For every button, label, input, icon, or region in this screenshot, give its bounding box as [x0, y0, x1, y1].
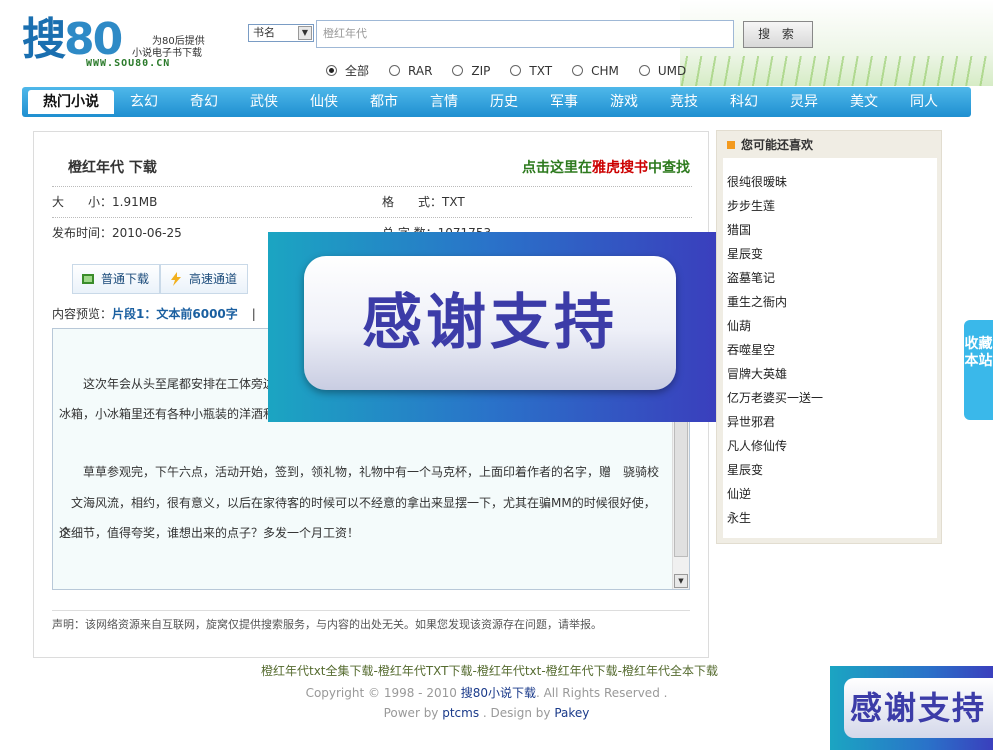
preview-line: 草草参观完，下午六点，活动开始，签到，领礼物，礼物中有一个马克杯，上面印着作者的… [59, 465, 660, 479]
date-value: 2010-06-25 [112, 226, 182, 240]
format-radio-all[interactable]: 全部 [326, 62, 369, 79]
recommend-item[interactable]: 步步生莲 [727, 194, 937, 218]
thanks-popup-banner[interactable]: 感谢支持 [268, 232, 716, 422]
bullet-icon [727, 141, 735, 149]
chevron-down-icon: ▼ [298, 26, 312, 40]
format-radio-umd[interactable]: UMD [638, 62, 686, 79]
format-radio-group: 全部 RAR ZIP TXT CHM UMD [326, 62, 706, 79]
nav-item-lingyi[interactable]: 灵异 [774, 90, 834, 114]
nav-item-junshi[interactable]: 军事 [534, 90, 594, 114]
recommend-item[interactable]: 仙逆 [727, 482, 937, 506]
nav-item-dushi[interactable]: 都市 [354, 90, 414, 114]
recommend-item[interactable]: 凡人修仙传 [727, 434, 937, 458]
site-logo[interactable]: 搜80 WWW.SOU80.CN 为80后提供 小说电子书下载 [22, 14, 212, 72]
recommend-item[interactable]: 重生之衙内 [727, 290, 937, 314]
format-radio-txt[interactable]: TXT [510, 62, 552, 79]
radio-icon [389, 65, 401, 76]
format-value: TXT [442, 195, 465, 209]
logo-url: WWW.SOU80.CN [86, 58, 171, 69]
recommend-item[interactable]: 冒牌大英雄 [727, 362, 937, 386]
recommend-sidebar: 您可能还喜欢 很纯很暧昧 步步生莲 猎国 星辰变 盗墓笔记 重生之衙内 仙葫 吞… [716, 130, 942, 544]
logo-tagline-2: 小说电子书下载 [132, 48, 202, 59]
format-radio-rar[interactable]: RAR [389, 62, 432, 79]
radio-icon [452, 65, 464, 76]
recommend-item[interactable]: 星辰变 [727, 242, 937, 266]
nav-item-hot[interactable]: 热门小说 [28, 90, 114, 114]
preview-segment-tab[interactable]: 片段1：文本前6000字 [112, 307, 238, 321]
radio-icon [572, 65, 584, 76]
format-radio-chm[interactable]: CHM [572, 62, 619, 79]
bookmark-site-tab[interactable]: 收藏本站 [964, 320, 993, 420]
nav-item-qihuan[interactable]: 奇幻 [174, 90, 234, 114]
search-button[interactable]: 搜 索 [743, 21, 813, 48]
thanks-corner-banner[interactable]: 感谢支持 [830, 666, 993, 750]
scroll-down-icon[interactable]: ▼ [674, 574, 688, 588]
recommend-list: 很纯很暧昧 步步生莲 猎国 星辰变 盗墓笔记 重生之衙内 仙葫 吞噬星空 冒牌大… [723, 158, 937, 538]
info-row-size: 大 小：1.91MB 格 式：TXT [52, 186, 692, 216]
footer-ptcms-link[interactable]: ptcms [442, 706, 479, 720]
recommend-item[interactable]: 很纯很暧昧 [727, 170, 937, 194]
footer-designer-link[interactable]: Pakey [554, 706, 589, 720]
nav-item-xuanhuan[interactable]: 玄幻 [114, 90, 174, 114]
size-value: 1.91MB [112, 195, 158, 209]
normal-download-button[interactable]: 普通下载 [72, 264, 161, 294]
recommend-item[interactable]: 星辰变 [727, 458, 937, 482]
nav-item-meiwen[interactable]: 美文 [834, 90, 894, 114]
footer-site-link[interactable]: 搜80小说下载 [461, 686, 536, 700]
preview-line: 个细节，值得夸奖，谁想出来的点子？多发一个月工资！ [59, 526, 360, 540]
nav-item-kehuan[interactable]: 科幻 [714, 90, 774, 114]
search-type-select[interactable]: 书名 ▼ [248, 24, 314, 42]
radio-icon [638, 65, 650, 76]
recommend-item[interactable]: 猎国 [727, 218, 937, 242]
page: 搜80 WWW.SOU80.CN 为80后提供 小说电子书下载 书名 ▼ 橙红年… [0, 0, 993, 750]
yahoo-search-link[interactable]: 点击这里在雅虎搜书中查找 [522, 157, 690, 177]
recommend-item[interactable]: 永生 [727, 506, 937, 530]
nav-item-yanqing[interactable]: 言情 [414, 90, 474, 114]
recommend-item[interactable]: 仙葫 [727, 314, 937, 338]
nav-item-wuxia[interactable]: 武侠 [234, 90, 294, 114]
disclaimer-text: 声明：该网络资源来自互联网，旋窝仅提供搜索服务，与内容的出处无关。如果您发现该资… [52, 610, 690, 632]
book-title: 橙红年代 下载 [68, 160, 157, 176]
recommend-item[interactable]: 异世邪君 [727, 410, 937, 434]
fast-download-button[interactable]: 高速通道 [160, 264, 249, 294]
recommend-item[interactable]: 吞噬星空 [727, 338, 937, 362]
recommend-item[interactable]: 盗墓笔记 [727, 266, 937, 290]
nav-item-youxi[interactable]: 游戏 [594, 90, 654, 114]
search-input[interactable]: 橙红年代 [316, 20, 734, 48]
nav-item-tongren[interactable]: 同人 [894, 90, 954, 114]
nav-item-lishi[interactable]: 历史 [474, 90, 534, 114]
thanks-plate-small: 感谢支持 [844, 678, 993, 738]
lightning-icon [171, 272, 181, 286]
radio-checked-icon [326, 65, 337, 76]
category-nav: 热门小说 玄幻 奇幻 武侠 仙侠 都市 言情 历史 军事 游戏 竞技 科幻 灵异… [22, 87, 971, 117]
thanks-plate: 感谢支持 [304, 256, 676, 390]
sidebar-title: 您可能还喜欢 [727, 136, 813, 153]
nav-item-jingji[interactable]: 竞技 [654, 90, 714, 114]
nav-item-xianxia[interactable]: 仙侠 [294, 90, 354, 114]
format-radio-zip[interactable]: ZIP [452, 62, 490, 79]
preview-label: 内容预览：片段1：文本前6000字 | [52, 307, 256, 321]
recommend-item[interactable]: 亿万老婆买一送一 [727, 386, 937, 410]
radio-icon [510, 65, 522, 76]
download-icon [82, 274, 94, 284]
